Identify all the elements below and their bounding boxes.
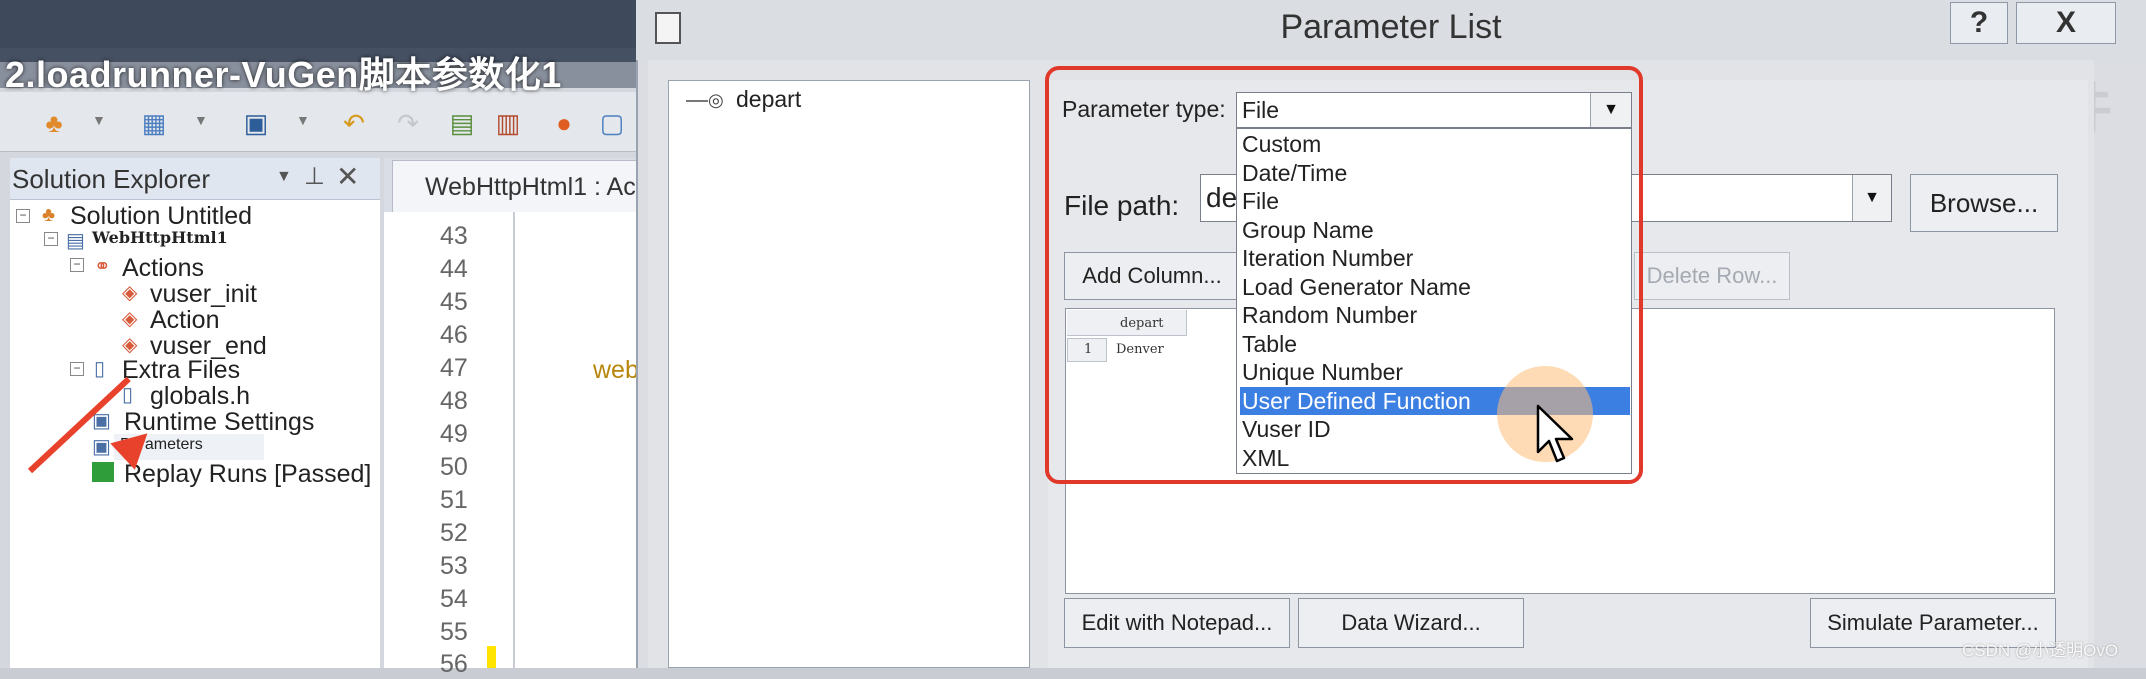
line-number: 55	[440, 618, 468, 646]
dialog-title: Parameter List	[1280, 8, 1502, 46]
record-icon[interactable]: ●	[548, 108, 580, 138]
tree-item-actions[interactable]: Actions	[122, 254, 204, 283]
change-marker	[487, 646, 496, 668]
save-icon[interactable]: ▣	[240, 108, 272, 138]
new-script-icon[interactable]: ▦	[138, 108, 170, 138]
line-number: 48	[440, 387, 468, 415]
browse-button[interactable]: Browse...	[1910, 174, 2058, 232]
chevron-down-icon[interactable]: ▼	[1852, 175, 1891, 221]
tree-item-vuser-init[interactable]: vuser_init	[150, 280, 257, 309]
pin-icon[interactable]: ⊥	[304, 162, 325, 191]
tree-item-runtime-settings[interactable]: Runtime Settings	[124, 408, 314, 437]
redo-icon[interactable]: ↷	[392, 108, 424, 138]
collapse-toggle[interactable]: −	[44, 232, 58, 246]
line-number: 52	[440, 519, 468, 547]
action-file-icon: ◈	[122, 308, 138, 330]
chevron-down-icon[interactable]: ▼	[194, 112, 208, 128]
parameter-tree[interactable]	[668, 80, 1030, 668]
folder-icon: ▯	[94, 358, 106, 380]
action-file-icon: ◈	[122, 334, 138, 356]
editor-tab-webhttphtml1[interactable]: WebHttpHtml1 : Ac	[392, 160, 642, 212]
line-number: 50	[440, 453, 468, 481]
script-icon: ▤	[66, 230, 85, 252]
chevron-down-icon[interactable]: ▼	[296, 112, 310, 128]
code-text: web	[593, 356, 639, 384]
delete-row-button[interactable]: Delete Row...	[1634, 252, 1790, 300]
close-icon[interactable]: ✕	[336, 160, 359, 193]
solution-icon[interactable]: ♣	[38, 108, 70, 138]
action-file-icon: ◈	[122, 282, 138, 304]
data-wizard-button[interactable]: Data Wizard...	[1298, 598, 1524, 648]
solution-icon: ♣	[42, 204, 56, 226]
line-number: 54	[440, 585, 468, 613]
snapshot-icon[interactable]: ▥	[492, 108, 524, 138]
video-title: 2.loadrunner-VuGen脚本参数化1	[5, 54, 562, 95]
collapse-toggle[interactable]: −	[70, 258, 84, 272]
actions-icon: ⚭	[94, 256, 111, 278]
tree-item-solution[interactable]: Solution Untitled	[70, 202, 252, 231]
replay-icon[interactable]: ▢	[596, 108, 628, 138]
line-number: 44	[440, 255, 468, 283]
line-number: 46	[440, 321, 468, 349]
mouse-cursor-icon	[1536, 404, 1574, 463]
undo-icon[interactable]: ↶	[338, 108, 370, 138]
passed-icon	[92, 462, 114, 482]
tree-item-script[interactable]: WebHttpHtml1	[92, 228, 228, 247]
script-view-icon[interactable]: ▤	[446, 108, 478, 138]
tree-connector	[686, 100, 708, 102]
line-number: 53	[440, 552, 468, 580]
edit-with-notepad-button[interactable]: Edit with Notepad...	[1064, 598, 1290, 648]
chevron-down-icon[interactable]: ▼	[92, 112, 106, 128]
parameter-icon: ◎	[708, 90, 724, 110]
solution-explorer-title: Solution Explorer	[12, 164, 210, 194]
parameter-tree-item-depart[interactable]: depart	[736, 86, 801, 113]
chevron-down-icon[interactable]: ▼	[276, 168, 292, 186]
line-number: 47	[440, 354, 468, 382]
close-button[interactable]: X	[2016, 2, 2116, 44]
watermark: CSDN @小透明OvO	[1962, 641, 2119, 660]
tree-item-globals-h[interactable]: globals.h	[150, 382, 250, 411]
tree-item-replay-runs[interactable]: Replay Runs [Passed]	[124, 460, 371, 489]
code-margin-line	[513, 212, 515, 668]
help-button[interactable]: ?	[1950, 2, 2008, 44]
tree-item-extra-files[interactable]: Extra Files	[122, 356, 240, 385]
line-number: 51	[440, 486, 468, 514]
collapse-toggle[interactable]: −	[70, 362, 84, 376]
tree-item-action[interactable]: Action	[150, 306, 219, 335]
line-number: 49	[440, 420, 468, 448]
line-number: 43	[440, 222, 468, 250]
collapse-toggle[interactable]: −	[16, 209, 30, 223]
line-number: 45	[440, 288, 468, 316]
parameters-icon: ▣	[92, 436, 111, 458]
